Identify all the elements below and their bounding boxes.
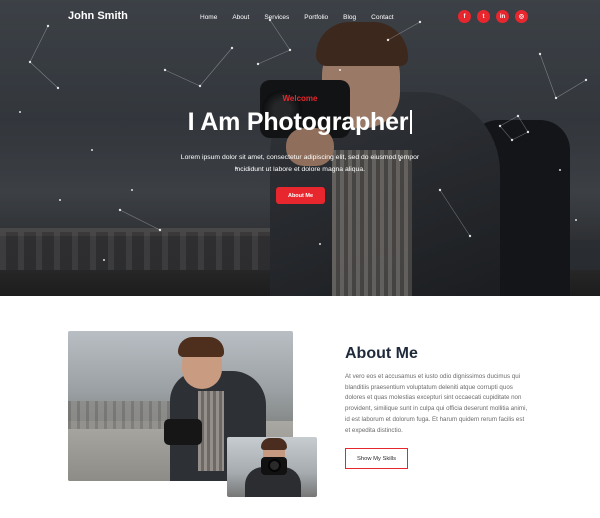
nav-contact-link[interactable]: Contact <box>371 14 393 21</box>
social-links: f t in ◎ <box>458 10 528 23</box>
nav-home-link[interactable]: Home <box>200 14 217 21</box>
about-title: About Me <box>345 345 418 362</box>
secondary-photo-person-hair <box>261 438 287 450</box>
nav-portfolio-link[interactable]: Portfolio <box>304 14 328 21</box>
about-text: At vero eos et accusamus et iusto odio d… <box>345 373 528 434</box>
secondary-photo-lens <box>268 459 281 472</box>
hero-kicker: Welcome <box>282 94 318 103</box>
nav-blog-link[interactable]: Blog <box>343 14 356 21</box>
typing-cursor <box>410 110 413 134</box>
instagram-icon[interactable]: ◎ <box>515 10 528 23</box>
about-photo-camera <box>164 419 202 445</box>
hero-section <box>0 0 600 296</box>
site-logo[interactable]: John Smith <box>68 10 128 22</box>
facebook-icon[interactable]: f <box>458 10 471 23</box>
about-photo-person-hair <box>178 337 224 357</box>
hero-title: I Am Photographer <box>0 108 600 137</box>
nav-about-link[interactable]: About <box>232 14 249 21</box>
constellation-decoration <box>19 18 588 261</box>
show-skills-button[interactable]: Show My Skills <box>345 448 408 469</box>
hero-description: Lorem ipsum dolor sit amet, consectetur … <box>180 154 420 173</box>
about-me-button[interactable]: About Me <box>276 187 325 204</box>
about-photo-railing <box>68 401 178 429</box>
main-nav: Home About Services Portfolio Blog Conta… <box>200 14 394 21</box>
linkedin-icon[interactable]: in <box>496 10 509 23</box>
nav-services-link[interactable]: Services <box>264 14 289 21</box>
hero-title-text: I Am Photographer <box>187 108 409 136</box>
about-secondary-photo <box>227 437 317 497</box>
twitter-icon[interactable]: t <box>477 10 490 23</box>
